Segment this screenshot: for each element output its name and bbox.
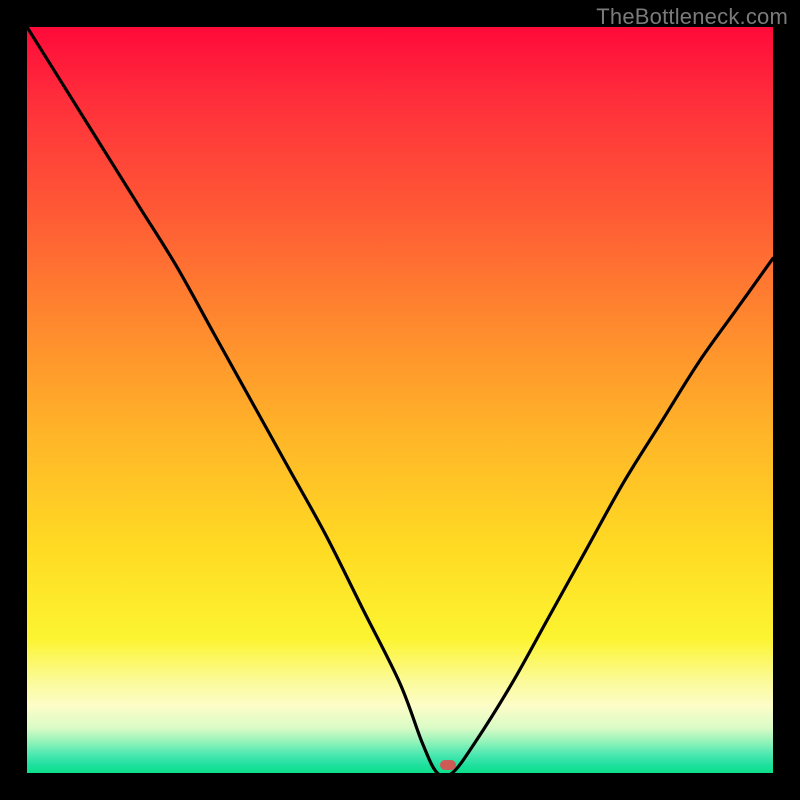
optimal-point-marker bbox=[440, 760, 456, 770]
bottleneck-curve bbox=[27, 27, 773, 773]
chart-frame: TheBottleneck.com bbox=[0, 0, 800, 800]
plot-area bbox=[27, 27, 773, 773]
